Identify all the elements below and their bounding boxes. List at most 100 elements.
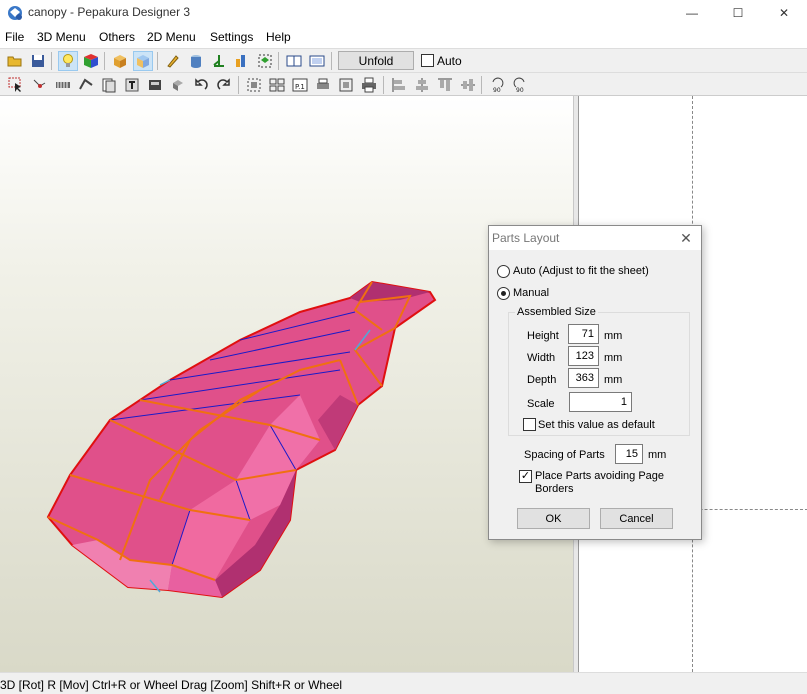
light-button[interactable] [58, 51, 78, 71]
select-arrow-icon [8, 77, 21, 92]
fold-line-button[interactable] [76, 75, 96, 95]
manual-radio-label[interactable]: Manual [513, 287, 549, 299]
layout-button[interactable] [267, 75, 287, 95]
svg-text:90: 90 [516, 87, 524, 93]
undo-button[interactable] [191, 75, 211, 95]
box-button[interactable] [110, 51, 130, 71]
save-icon [32, 55, 44, 67]
align-left-button[interactable] [389, 75, 409, 95]
color-cube-button[interactable] [81, 51, 101, 71]
scale-field[interactable]: 1 [569, 392, 632, 412]
texture-button[interactable] [133, 51, 153, 71]
depth-label: Depth [527, 374, 557, 386]
join-edge-icon [33, 79, 46, 88]
split-view-button[interactable] [284, 51, 304, 71]
avoid-borders-label[interactable]: Place Parts avoiding Page [535, 470, 664, 482]
axis-button[interactable] [209, 51, 229, 71]
fold-line-icon [79, 78, 93, 90]
set-default-label[interactable]: Set this value as default [538, 419, 655, 431]
close-icon: ✕ [680, 229, 692, 246]
flap-icon [56, 82, 70, 88]
ok-button[interactable]: OK [517, 508, 590, 529]
spacing-label: Spacing of Parts [524, 449, 605, 461]
lightbulb-icon [63, 54, 73, 67]
menu-settings[interactable]: Settings [210, 30, 253, 44]
width-field[interactable]: 123 [568, 346, 599, 366]
align-middle-button[interactable] [458, 75, 478, 95]
axis-icon [213, 55, 224, 67]
text-button[interactable] [122, 75, 142, 95]
rotate-left-90-icon: 90 [492, 77, 504, 93]
depth-field[interactable]: 363 [568, 368, 599, 388]
scale-bars-icon [236, 55, 245, 67]
arrange-button[interactable] [244, 75, 264, 95]
join-edge-button[interactable] [29, 75, 49, 95]
auto-radio-label[interactable]: Auto (Adjust to fit the sheet) [513, 265, 649, 277]
height-label: Height [527, 330, 559, 342]
print-setup-button[interactable] [313, 75, 333, 95]
single-view-button[interactable] [307, 51, 327, 71]
menu-others[interactable]: Others [99, 30, 135, 44]
save-button[interactable] [28, 51, 48, 71]
page-setup-button[interactable] [336, 75, 356, 95]
align-left-icon [392, 78, 405, 92]
align-center-button[interactable] [412, 75, 432, 95]
rotate-part-button[interactable] [168, 75, 188, 95]
parts-layout-dialog: Parts Layout ✕ Auto (Adjust to fit the s… [488, 225, 702, 540]
menu-3d[interactable]: 3D Menu [37, 30, 86, 44]
align-top-icon [438, 78, 452, 91]
unfold-button[interactable]: Unfold [338, 51, 414, 70]
pencil-icon [167, 55, 179, 68]
cylinder-icon [191, 55, 201, 68]
auto-checkbox[interactable] [421, 54, 434, 67]
maximize-button[interactable]: ☐ [715, 0, 761, 26]
avoid-borders-label-line2[interactable]: Borders [535, 483, 574, 495]
redo-icon [217, 78, 230, 90]
close-icon: ✕ [778, 6, 790, 20]
menu-2d[interactable]: 2D Menu [147, 30, 196, 44]
open-button[interactable] [5, 51, 25, 71]
set-default-checkbox[interactable] [523, 418, 536, 431]
image-icon [149, 80, 161, 90]
image-button[interactable] [145, 75, 165, 95]
cylinder-button[interactable] [186, 51, 206, 71]
close-button[interactable]: ✕ [761, 0, 807, 26]
flap-button[interactable] [53, 75, 73, 95]
align-center-icon [416, 78, 428, 92]
pepakura-app-icon [6, 4, 24, 22]
width-unit: mm [604, 352, 623, 364]
auto-radio[interactable] [497, 265, 510, 278]
edit-toolbar: P.1 90 90 [0, 72, 807, 96]
transform-button[interactable] [255, 51, 275, 71]
redo-button[interactable] [214, 75, 234, 95]
align-middle-icon [461, 79, 475, 91]
single-view-icon [309, 55, 325, 67]
maximize-icon: ☐ [732, 6, 744, 20]
menu-file[interactable]: File [5, 30, 24, 44]
select-button[interactable] [6, 75, 26, 95]
print-button[interactable] [359, 75, 379, 95]
spacing-field[interactable]: 15 [615, 444, 643, 464]
dialog-close-button[interactable]: ✕ [677, 229, 695, 247]
rotate-right-90-icon: 90 [513, 77, 525, 93]
minimize-button[interactable]: — [669, 0, 715, 26]
cancel-button[interactable]: Cancel [600, 508, 673, 529]
folder-open-icon [7, 56, 22, 67]
title-bar: canopy - Pepakura Designer 3 — ☐ ✕ [0, 0, 807, 26]
arrange-icon [247, 78, 261, 92]
height-unit: mm [604, 330, 623, 342]
scale-button[interactable] [232, 51, 252, 71]
manual-radio[interactable] [497, 287, 510, 300]
align-top-button[interactable] [435, 75, 455, 95]
width-label: Width [527, 352, 556, 364]
height-field[interactable]: 71 [568, 324, 599, 344]
menu-help[interactable]: Help [266, 30, 291, 44]
split-view-icon [286, 55, 302, 67]
pencil-button[interactable] [163, 51, 183, 71]
avoid-borders-checkbox[interactable]: ✓ [519, 470, 532, 483]
rotate-left-90-button[interactable]: 90 [487, 75, 507, 95]
page-number-icon: P.1 [292, 78, 308, 92]
pages-button[interactable] [99, 75, 119, 95]
rotate-right-90-button[interactable]: 90 [510, 75, 530, 95]
page-number-button[interactable]: P.1 [290, 75, 310, 95]
